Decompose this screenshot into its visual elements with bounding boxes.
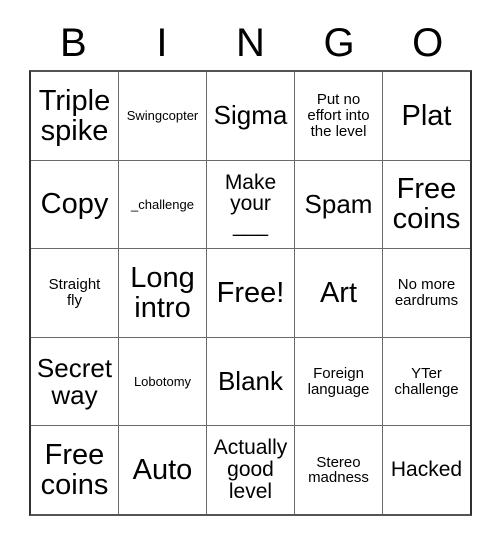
bingo-cell-label: Auto [132, 454, 193, 487]
bingo-row: Free coins Auto Actually good level Ster… [31, 426, 470, 514]
header-letter-b: B [59, 21, 87, 65]
bingo-cell[interactable]: Lobotomy [119, 337, 207, 426]
bingo-cell[interactable]: Blank [207, 337, 295, 426]
bingo-cell-label: Art [319, 276, 358, 309]
bingo-cell[interactable]: Copy [31, 160, 119, 249]
header-letter-o: O [412, 21, 444, 65]
bingo-cell-label: Free coins [40, 439, 109, 502]
bingo-cell-label: Actually good level [213, 436, 288, 504]
bingo-cell[interactable]: Actually good level [207, 426, 295, 514]
bingo-cell[interactable]: Free coins [31, 426, 119, 514]
bingo-cell-label: Straight fly [48, 276, 101, 309]
header-letter-g: G [323, 21, 355, 65]
bingo-card: B I N G O Triple spike Swingcopter Sigma… [29, 16, 472, 516]
header-letter-i: I [156, 21, 168, 65]
bingo-cell[interactable]: No more eardrums [383, 249, 470, 337]
bingo-cell-label: Secret way [36, 352, 113, 410]
bingo-header: B I N G O [29, 16, 472, 70]
bingo-cell-label: Blank [217, 366, 284, 397]
bingo-cell[interactable]: YTer challenge [383, 338, 470, 426]
bingo-cell-free[interactable]: Free! [207, 249, 295, 337]
bingo-cell-label: Hacked [390, 458, 463, 482]
bingo-cell-label: No more eardrums [394, 276, 459, 309]
bingo-cell-label: Spam [304, 188, 373, 219]
bingo-cell-label: Make your ___ [224, 170, 277, 238]
bingo-cell[interactable]: Hacked [383, 426, 470, 514]
bingo-cell[interactable]: Long intro [119, 249, 207, 337]
bingo-cell-label: Foreign language [307, 364, 370, 398]
bingo-cell-label: Swingcopter [126, 108, 199, 124]
bingo-cell[interactable]: Foreign language [295, 337, 383, 426]
bingo-cell-label: Triple spike [38, 84, 111, 147]
bingo-cell[interactable]: Swingcopter [119, 72, 207, 160]
bingo-cell-label: Plat [401, 99, 452, 132]
header-letter-n: N [236, 21, 265, 65]
bingo-cell[interactable]: Straight fly [31, 249, 119, 337]
bingo-cell-label: Copy [40, 188, 109, 221]
bingo-cell-label: Long intro [130, 261, 195, 324]
bingo-cell-label: Free coins [392, 173, 461, 236]
bingo-row: Triple spike Swingcopter Sigma Put no ef… [31, 72, 470, 161]
bingo-cell[interactable]: _challenge [119, 160, 207, 249]
bingo-cell-label: Put no effort into the level [307, 91, 370, 140]
bingo-cell[interactable]: Triple spike [31, 72, 119, 160]
bingo-cell[interactable]: Spam [295, 160, 383, 249]
bingo-cell[interactable]: Free coins [383, 161, 470, 249]
bingo-cell[interactable]: Make your ___ [207, 160, 295, 249]
bingo-cell[interactable]: Stereo madness [295, 426, 383, 514]
bingo-cell[interactable]: Put no effort into the level [295, 72, 383, 160]
bingo-cell-label: _challenge [131, 196, 194, 212]
bingo-cell-label: Sigma [213, 100, 288, 131]
bingo-cell[interactable]: Sigma [207, 72, 295, 160]
bingo-cell[interactable]: Art [295, 249, 383, 337]
bingo-cell[interactable]: Plat [383, 72, 470, 160]
bingo-row: Copy _challenge Make your ___ Spam Free … [31, 160, 470, 250]
bingo-cell-label: Free! [216, 276, 285, 309]
bingo-cell[interactable]: Secret way [31, 337, 119, 426]
bingo-cell-label: Lobotomy [133, 373, 192, 389]
bingo-row: Secret way Lobotomy Blank Foreign langua… [31, 337, 470, 427]
bingo-grid: Triple spike Swingcopter Sigma Put no ef… [29, 70, 472, 516]
bingo-cell[interactable]: Auto [119, 426, 207, 514]
bingo-cell-label: Stereo madness [308, 453, 369, 487]
bingo-row: Straight fly Long intro Free! Art No mor… [31, 249, 470, 338]
bingo-cell-label: YTer challenge [394, 364, 459, 398]
